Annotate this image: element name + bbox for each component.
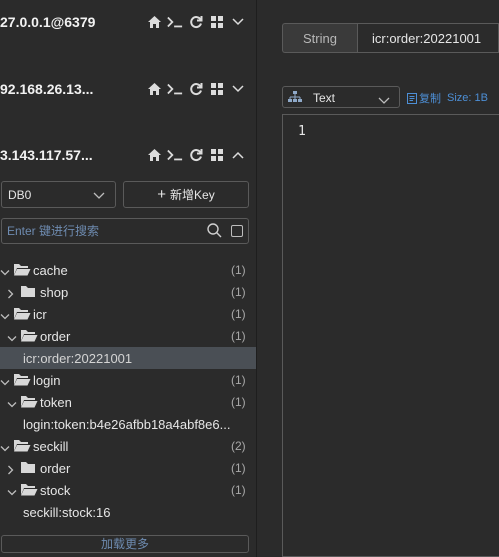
terminal-icon[interactable] xyxy=(167,81,183,97)
chevron-down-icon[interactable] xyxy=(7,397,17,412)
tree-key-label: login:token:b4e26afbb18a4abf8e6... xyxy=(23,417,231,432)
key-search[interactable] xyxy=(1,218,249,244)
db-select[interactable]: DB0 xyxy=(1,181,116,208)
tree-folder-row[interactable]: cache (1) xyxy=(0,259,256,281)
add-key-button[interactable]: + 新增Key xyxy=(123,181,249,208)
plus-icon: + xyxy=(157,186,167,203)
terminal-icon[interactable] xyxy=(167,147,183,163)
chevron-down-icon xyxy=(378,93,390,108)
format-select[interactable]: Text xyxy=(282,86,400,108)
add-key-label: 新增Key xyxy=(170,188,215,202)
tree-folder-count: (1) xyxy=(231,285,246,299)
home-icon[interactable] xyxy=(146,147,162,163)
tree-folder-row[interactable]: icr (1) xyxy=(0,303,256,325)
load-more-button[interactable]: 加载更多 xyxy=(1,535,249,553)
tree-folder-label: order xyxy=(40,461,71,476)
tree-folder-count: (1) xyxy=(231,483,246,497)
home-icon[interactable] xyxy=(146,14,162,30)
connection-header-3[interactable]: 3.143.117.57... xyxy=(0,143,256,167)
line-number: 1 xyxy=(298,124,306,139)
refresh-icon[interactable] xyxy=(188,147,204,163)
folder-open-icon xyxy=(13,263,31,279)
home-icon[interactable] xyxy=(146,81,162,97)
tree-folder-count: (1) xyxy=(231,373,246,387)
sidebar: 27.0.0.1@6379 92.168.26.13... 3.143.117.… xyxy=(0,0,256,557)
format-select-value: Text xyxy=(313,91,336,105)
format-tree-icon xyxy=(288,91,302,106)
tree-folder-row[interactable]: stock (1) xyxy=(0,479,256,501)
search-input[interactable] xyxy=(7,223,197,239)
tree-folder-row[interactable]: shop (1) xyxy=(0,281,256,303)
search-icon[interactable] xyxy=(207,223,222,241)
tree-folder-row[interactable]: token (1) xyxy=(0,391,256,413)
connection-name[interactable]: 92.168.26.13... xyxy=(0,81,93,97)
refresh-icon[interactable] xyxy=(188,81,204,97)
tree-folder-row[interactable]: order (1) xyxy=(0,457,256,479)
value-size-label: Size: 1B xyxy=(447,92,488,104)
tree-folder-label: cache xyxy=(33,263,68,278)
tree-folder-label: stock xyxy=(40,483,71,498)
db-select-value: DB0 xyxy=(8,188,32,202)
copy-icon xyxy=(407,92,417,104)
chevron-down-icon[interactable] xyxy=(7,485,17,500)
tree-key-row[interactable]: icr:order:20221001 xyxy=(0,347,256,369)
value-editor[interactable]: 1 xyxy=(282,114,499,557)
tree-folder-row[interactable]: order (1) xyxy=(0,325,256,347)
chevron-down-icon[interactable] xyxy=(0,309,10,324)
tree-folder-count: (1) xyxy=(231,329,246,343)
folder-open-icon xyxy=(20,483,38,499)
tree-folder-row[interactable]: seckill (2) xyxy=(0,435,256,457)
key-name-field[interactable] xyxy=(357,23,499,53)
tree-folder-count: (1) xyxy=(231,307,246,321)
folder-open-icon xyxy=(20,329,38,345)
tree-folder-count: (2) xyxy=(231,439,246,453)
tree-folder-count: (1) xyxy=(231,263,246,277)
folder-open-icon xyxy=(13,307,31,323)
key-detail-pane: String Text 复制 Size: 1B 1 xyxy=(257,0,499,557)
tree-folder-label: order xyxy=(40,329,71,344)
tree-key-label: icr:order:20221001 xyxy=(23,351,133,366)
chevron-down-icon[interactable] xyxy=(230,81,246,97)
tree-folder-label: shop xyxy=(40,285,69,300)
folder-icon xyxy=(20,461,36,477)
tree-key-row[interactable]: login:token:b4e26afbb18a4abf8e6... xyxy=(0,413,256,435)
connection-name[interactable]: 3.143.117.57... xyxy=(0,147,93,163)
key-type-badge: String xyxy=(282,23,357,53)
copy-button[interactable]: 复制 Size: 1B xyxy=(407,90,488,106)
chevron-down-icon[interactable] xyxy=(0,265,10,280)
tree-folder-label: token xyxy=(40,395,72,410)
folder-open-icon xyxy=(13,373,31,389)
chevron-up-icon[interactable] xyxy=(230,147,246,163)
tree-folder-count: (1) xyxy=(231,461,246,475)
chevron-down-icon[interactable] xyxy=(0,375,10,390)
grid-icon[interactable] xyxy=(209,81,225,97)
tree-folder-label: icr xyxy=(33,307,47,322)
exact-match-checkbox[interactable] xyxy=(231,225,243,237)
connection-name[interactable]: 27.0.0.1@6379 xyxy=(0,14,95,30)
chevron-right-icon[interactable] xyxy=(7,463,15,478)
refresh-icon[interactable] xyxy=(188,14,204,30)
connection-header-2[interactable]: 92.168.26.13... xyxy=(0,77,256,101)
folder-open-icon xyxy=(20,395,38,411)
grid-icon[interactable] xyxy=(209,147,225,163)
folder-icon xyxy=(20,285,36,301)
chevron-down-icon[interactable] xyxy=(7,331,17,346)
chevron-down-icon xyxy=(93,188,105,203)
chevron-right-icon[interactable] xyxy=(7,287,15,302)
grid-icon[interactable] xyxy=(209,14,225,30)
tree-key-label: seckill:stock:16 xyxy=(23,505,111,520)
tree-key-row[interactable]: seckill:stock:16 xyxy=(0,501,256,523)
chevron-down-icon[interactable] xyxy=(0,441,10,456)
tree-folder-row[interactable]: login (1) xyxy=(0,369,256,391)
copy-label: 复制 xyxy=(419,93,441,105)
tree-folder-label: login xyxy=(33,373,61,388)
chevron-down-icon[interactable] xyxy=(230,14,246,30)
tree-folder-label: seckill xyxy=(33,439,69,454)
folder-open-icon xyxy=(13,439,31,455)
terminal-icon[interactable] xyxy=(167,14,183,30)
connection-header-1[interactable]: 27.0.0.1@6379 xyxy=(0,10,256,34)
key-name-input[interactable] xyxy=(372,31,496,46)
tree-folder-count: (1) xyxy=(231,395,246,409)
